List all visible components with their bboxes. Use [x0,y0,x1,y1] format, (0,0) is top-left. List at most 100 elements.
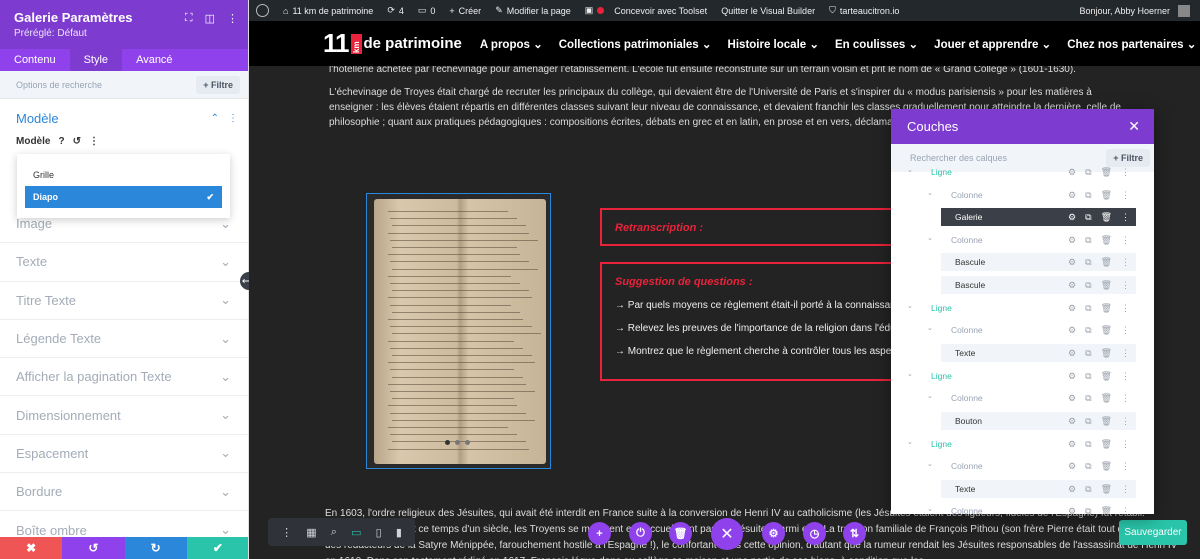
zoom-icon[interactable]: ⌕ [331,526,337,539]
page-settings-button[interactable]: ⚙ [762,522,785,545]
more-icon[interactable]: ⋮ [1121,393,1130,404]
chevron-down-icon[interactable]: ⌄ [927,189,933,197]
redo-button[interactable]: ↻ [124,537,187,559]
layer-item[interactable]: Colonne ⚙ ⧉ 🗑 ⋮ [919,457,1136,475]
phone-icon[interactable]: ▮ [396,526,402,539]
clear-layout-button[interactable]: 🗑 [669,522,692,545]
layer-item[interactable]: Ligne ⚙ ⧉ 🗑 ⋮ [899,367,1136,385]
more-icon[interactable]: ⋮ [1121,190,1130,201]
close-icon[interactable]: ✕ [1128,118,1140,135]
layer-item[interactable]: Ligne ⚙ ⧉ 🗑 ⋮ [899,163,1136,181]
filter-button[interactable]: + Filtre [196,75,240,94]
desktop-icon[interactable]: ▭ [351,526,361,539]
trash-icon[interactable]: 🗑 [1101,257,1112,268]
gear-icon[interactable]: ⚙ [1068,190,1076,201]
menu-item-collections[interactable]: Collections patrimoniales ⌄ [559,37,712,51]
layer-item[interactable]: Texte ⚙ ⧉ 🗑 ⋮ [941,480,1136,498]
exit-builder-link[interactable]: Quitter le Visual Builder [714,6,822,16]
more-icon[interactable]: ⋮ [1121,371,1130,382]
duplicate-icon[interactable]: ⧉ [1085,348,1091,359]
menu-item-coulisses[interactable]: En coulisses ⌄ [835,37,918,51]
undo-button[interactable]: ↺ [62,537,125,559]
tablet-icon[interactable]: ▯ [376,526,382,539]
trash-icon[interactable]: 🗑 [1101,506,1112,515]
trash-icon[interactable]: 🗑 [1101,439,1112,450]
tab-content[interactable]: Contenu [0,49,70,71]
options-search[interactable]: Options de recherche + Filtre [0,71,248,99]
gear-icon[interactable]: ⚙ [1068,484,1076,495]
more-icon[interactable]: ⋮ [227,12,238,25]
chevron-down-icon[interactable]: ⌄ [907,438,913,446]
layer-item[interactable]: Bascule ⚙ ⧉ 🗑 ⋮ [941,276,1136,294]
menu-item-partenaires[interactable]: Chez nos partenaires ⌄ [1067,37,1196,51]
more-icon[interactable]: ⋮ [89,136,99,147]
chevron-up-icon[interactable]: ⌃ [211,113,219,124]
chevron-down-icon[interactable]: ⌄ [927,460,933,468]
create-link[interactable]: + Créer [442,6,488,16]
gear-icon[interactable]: ⚙ [1068,303,1076,314]
chevron-down-icon[interactable]: ⌄ [907,302,913,310]
gear-icon[interactable]: ⚙ [1068,280,1076,291]
section-texte[interactable]: Texte ⌄ [0,243,248,282]
wp-logo-button[interactable] [249,4,276,17]
gear-icon[interactable]: ⚙ [1068,257,1076,268]
menu-item-a-propos[interactable]: A propos ⌄ [480,37,543,51]
layer-item[interactable]: Colonne ⚙ ⧉ 🗑 ⋮ [919,321,1136,339]
duplicate-icon[interactable]: ⧉ [1085,484,1091,495]
toolset-link[interactable]: ▣ Concevoir avec Toolset [578,5,714,16]
duplicate-icon[interactable]: ⧉ [1085,325,1091,336]
layer-item[interactable]: Ligne ⚙ ⧉ 🗑 ⋮ [899,299,1136,317]
more-icon[interactable]: ⋮ [228,113,238,124]
columns-icon[interactable]: ◫ [205,12,215,25]
gear-icon[interactable]: ⚙ [1068,506,1076,515]
duplicate-icon[interactable]: ⧉ [1085,235,1091,246]
duplicate-icon[interactable]: ⧉ [1085,167,1091,178]
confirm-button[interactable]: ✔ [186,537,248,559]
chevron-down-icon[interactable]: ⌄ [927,324,933,332]
gear-icon[interactable]: ⚙ [1068,439,1076,450]
tab-style[interactable]: Style [69,49,123,71]
trash-icon[interactable]: 🗑 [1101,280,1112,291]
more-icon[interactable]: ⋮ [1121,235,1130,246]
layer-item[interactable]: Bascule ⚙ ⧉ 🗑 ⋮ [941,253,1136,271]
layer-item[interactable]: Colonne ⚙ ⧉ 🗑 ⋮ [919,502,1136,515]
layer-item[interactable]: Bouton ⚙ ⧉ 🗑 ⋮ [941,412,1136,430]
greeting-link[interactable]: Bonjour, Abby Hoerner [1079,6,1170,16]
more-icon[interactable]: ⋮ [1121,506,1130,515]
trash-icon[interactable]: 🗑 [1101,190,1112,201]
trash-icon[interactable]: 🗑 [1101,484,1112,495]
more-icon[interactable]: ⋮ [1121,257,1130,268]
gear-icon[interactable]: ⚙ [1068,416,1076,427]
duplicate-icon[interactable]: ⧉ [1085,393,1091,404]
help-icon[interactable]: ? [58,136,64,147]
pagination-dot[interactable] [445,440,450,445]
section-dimensionnement[interactable]: Dimensionnement ⌄ [0,396,248,435]
menu-icon[interactable]: ⋮ [281,526,292,539]
domain-link[interactable]: ⛉ tarteaucitron.io [822,5,906,16]
more-icon[interactable]: ⋮ [1121,461,1130,472]
reset-icon[interactable]: ↺ [73,136,81,147]
site-logo[interactable]: 11 km de patrimoine [323,28,462,59]
section-modele-title[interactable]: Modèle [16,111,232,126]
save-button[interactable]: Sauvegarder [1119,520,1187,545]
comments-link[interactable]: ▭ 0 [411,5,443,16]
gear-icon[interactable]: ⚙ [1068,167,1076,178]
duplicate-icon[interactable]: ⧉ [1085,461,1091,472]
trash-icon[interactable]: 🗑 [1101,348,1112,359]
trash-icon[interactable]: 🗑 [1101,235,1112,246]
layer-item[interactable]: Texte ⚙ ⧉ 🗑 ⋮ [941,344,1136,362]
more-icon[interactable]: ⋮ [1121,167,1130,178]
gear-icon[interactable]: ⚙ [1068,461,1076,472]
gear-icon[interactable]: ⚙ [1068,235,1076,246]
more-icon[interactable]: ⋮ [1121,325,1130,336]
section-pagination-texte[interactable]: Afficher la pagination Texte ⌄ [0,358,248,397]
chevron-down-icon[interactable]: ⌄ [927,392,933,400]
expand-icon[interactable]: ⛶ [185,12,193,25]
more-icon[interactable]: ⋮ [1121,280,1130,291]
layers-button[interactable]: ⇅ [843,522,866,545]
gear-icon[interactable]: ⚙ [1068,371,1076,382]
edit-page-link[interactable]: ✎ Modifier la page [488,5,578,16]
updates-link[interactable]: ⟳ 4 [380,5,411,16]
section-espacement[interactable]: Espacement ⌄ [0,435,248,474]
chevron-down-icon[interactable]: ⌄ [927,234,933,242]
